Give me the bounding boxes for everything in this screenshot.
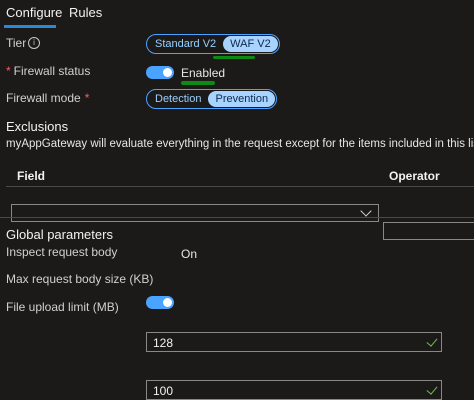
section-divider: [0, 217, 474, 218]
tab-configure[interactable]: Configure: [6, 5, 62, 20]
tier-option-waf-v2[interactable]: WAF V2: [223, 36, 278, 52]
operator-dropdown[interactable]: [383, 222, 474, 240]
tier-label: Tier: [6, 36, 27, 50]
table-header-divider: [6, 186, 474, 187]
max-body-size-input[interactable]: 128: [146, 332, 442, 352]
exclusions-description: myAppGateway will evaluate everything in…: [6, 138, 474, 150]
tier-selector[interactable]: Standard V2 WAF V2: [146, 34, 280, 54]
tier-option-standard-v2[interactable]: Standard V2: [148, 36, 223, 52]
highlight-mark-status: [181, 81, 215, 85]
inspect-body-label: Inspect request body: [6, 245, 118, 259]
exclusions-title: Exclusions: [6, 119, 69, 134]
required-asterisk: *: [6, 64, 11, 78]
mode-option-detection[interactable]: Detection: [148, 91, 208, 107]
checkmark-icon: [426, 335, 438, 347]
global-parameters-title: Global parameters: [6, 227, 113, 242]
checkmark-icon: [426, 383, 438, 395]
column-header-field: Field: [17, 169, 46, 183]
tab-rules[interactable]: Rules: [69, 5, 102, 20]
file-upload-limit-input[interactable]: 100: [146, 380, 442, 400]
chevron-down-icon: [360, 205, 372, 217]
highlight-mark-tier: [213, 56, 255, 59]
mode-option-prevention[interactable]: Prevention: [208, 91, 276, 107]
firewall-status-label: * Firewall status: [6, 64, 91, 78]
firewall-status-toggle[interactable]: [146, 66, 174, 79]
info-icon[interactable]: i: [28, 37, 40, 49]
max-body-size-label: Max request body size (KB): [6, 272, 154, 286]
tab-configure-underline: [4, 25, 56, 28]
field-dropdown[interactable]: [11, 204, 379, 222]
inspect-body-value: On: [181, 247, 198, 261]
firewall-mode-label: Firewall mode *: [6, 91, 90, 105]
inspect-body-toggle[interactable]: [146, 296, 174, 309]
file-upload-limit-label: File upload limit (MB): [6, 300, 119, 314]
firewall-status-value: Enabled: [181, 66, 226, 80]
required-asterisk: *: [84, 91, 90, 105]
column-header-operator: Operator: [389, 169, 440, 183]
firewall-mode-selector[interactable]: Detection Prevention: [146, 89, 278, 109]
